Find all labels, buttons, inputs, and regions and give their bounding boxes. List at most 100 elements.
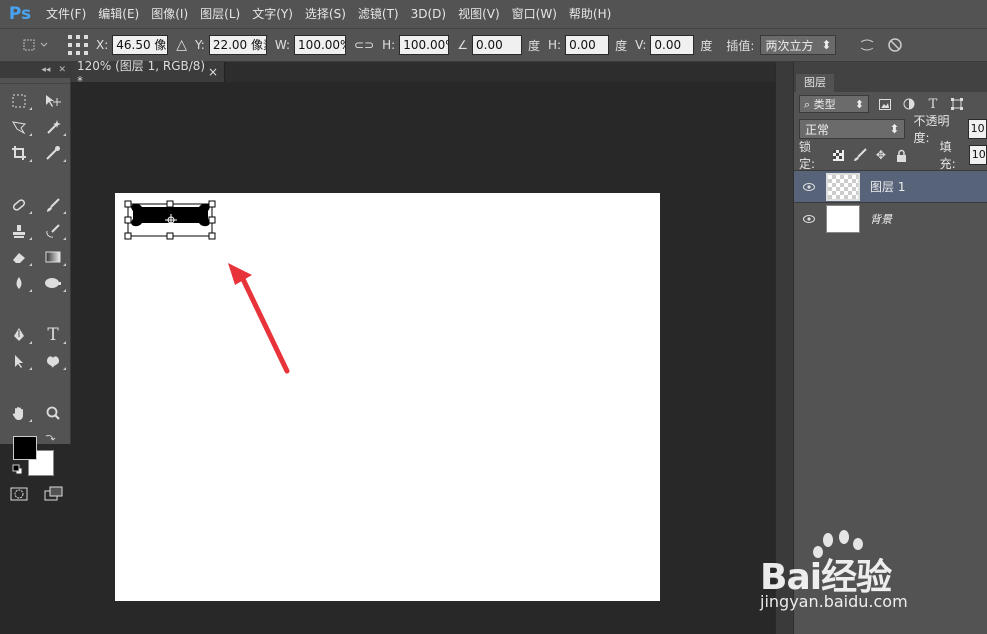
- transform-handle-s[interactable]: [166, 232, 174, 240]
- move-tool-icon[interactable]: [36, 88, 70, 114]
- angle-field[interactable]: 0.00: [472, 35, 522, 55]
- height-field[interactable]: 100.00%: [399, 35, 450, 55]
- width-field[interactable]: 100.00%: [294, 35, 347, 55]
- document-tab[interactable]: 120% (图层 1, RGB/8) * ×: [71, 59, 225, 88]
- lasso-tool-icon[interactable]: [2, 114, 36, 140]
- spinner-icon: ⬍: [821, 38, 832, 52]
- clone-stamp-tool-icon[interactable]: [2, 218, 36, 244]
- fill-field[interactable]: 10: [968, 145, 987, 165]
- relative-position-icon[interactable]: △: [176, 37, 187, 53]
- menu-filter[interactable]: 滤镜(T): [352, 0, 405, 28]
- gradient-tool-icon[interactable]: [36, 244, 70, 270]
- menu-help[interactable]: 帮助(H): [563, 0, 617, 28]
- type-filter-icon[interactable]: T: [925, 96, 941, 112]
- image-filter-icon[interactable]: [877, 96, 893, 112]
- search-icon: ⌕: [804, 98, 811, 111]
- baidu-jingyan-watermark: Bai经验 jingyan.baidu.com: [760, 528, 980, 618]
- transform-handle-se[interactable]: [208, 232, 216, 240]
- menu-view[interactable]: 视图(V): [452, 0, 506, 28]
- eraser-tool-icon[interactable]: [2, 244, 36, 270]
- transform-handle-w[interactable]: [124, 216, 132, 224]
- hskew-unit: 度: [615, 38, 628, 53]
- transform-handle-nw[interactable]: [124, 200, 132, 208]
- layer-name[interactable]: 背景: [870, 211, 892, 227]
- quick-mask-icon[interactable]: [10, 486, 28, 502]
- transform-handle-e[interactable]: [208, 216, 216, 224]
- lock-position-icon[interactable]: ✥: [875, 148, 888, 162]
- menu-3d[interactable]: 3D(D): [405, 0, 452, 28]
- move-tool-icon: [23, 39, 48, 51]
- tool-preset-picker[interactable]: [12, 33, 60, 57]
- h-label: H:: [382, 38, 396, 52]
- history-brush-tool-icon[interactable]: [36, 218, 70, 244]
- swap-colors-icon[interactable]: [44, 432, 56, 444]
- lock-label: 锁定:: [799, 140, 816, 171]
- interpolation-select[interactable]: 两次立方 ⬍: [760, 35, 837, 55]
- brush-tool-icon[interactable]: [36, 192, 70, 218]
- vskew-label: V:: [635, 38, 647, 52]
- spinner-icon: ⬍: [889, 122, 900, 136]
- crop-tool-icon[interactable]: [2, 140, 36, 166]
- transform-handle-n[interactable]: [166, 200, 174, 208]
- menu-layer[interactable]: 图层(L): [194, 0, 246, 28]
- lock-all-icon[interactable]: [895, 148, 908, 162]
- transform-handle-ne[interactable]: [208, 200, 216, 208]
- hskew-field[interactable]: 0.00: [565, 35, 610, 55]
- eyedropper-tool-icon[interactable]: [36, 140, 70, 166]
- menu-image[interactable]: 图像(I): [145, 0, 194, 28]
- foreground-color-swatch[interactable]: [13, 436, 37, 460]
- cancel-transform-icon[interactable]: [886, 36, 904, 54]
- shape-filter-icon[interactable]: [949, 96, 965, 112]
- healing-brush-tool-icon[interactable]: [2, 192, 36, 218]
- custom-shape-tool-icon[interactable]: [36, 348, 70, 374]
- angle-icon: ∠: [457, 38, 468, 52]
- opacity-field[interactable]: 10: [967, 119, 987, 139]
- zoom-tool-icon[interactable]: [36, 400, 70, 426]
- angle-unit: 度: [528, 38, 541, 53]
- collapse-icon[interactable]: ◂◂: [41, 65, 50, 75]
- document-canvas[interactable]: [115, 193, 660, 601]
- y-field[interactable]: 22.00 像素: [208, 35, 267, 55]
- interpolation-value: 两次立方: [765, 38, 814, 53]
- default-colors-icon[interactable]: [12, 464, 24, 476]
- marquee-tool-icon[interactable]: [2, 88, 36, 114]
- dodge-tool-icon[interactable]: [36, 270, 70, 296]
- hand-tool-icon[interactable]: [2, 400, 36, 426]
- screen-mode-icon[interactable]: [44, 486, 64, 502]
- type-tool-icon[interactable]: T: [36, 322, 70, 348]
- vskew-field[interactable]: 0.00: [650, 35, 695, 55]
- lock-brush-icon[interactable]: [853, 148, 867, 162]
- transform-handle-sw[interactable]: [124, 232, 132, 240]
- layer-filter-select[interactable]: ⌕ 类型 ⬍: [799, 95, 869, 113]
- visibility-eye-icon[interactable]: [794, 214, 824, 223]
- reference-point-grid[interactable]: [68, 35, 88, 55]
- menu-type[interactable]: 文字(Y): [246, 0, 299, 28]
- x-field[interactable]: 46.50 像素: [112, 35, 169, 55]
- pen-tool-icon[interactable]: [2, 322, 36, 348]
- x-label: X:: [96, 38, 109, 52]
- menu-select[interactable]: 选择(S): [299, 0, 352, 28]
- path-selection-tool-icon[interactable]: [2, 348, 36, 374]
- menu-window[interactable]: 窗口(W): [506, 0, 563, 28]
- warp-mode-icon[interactable]: [858, 36, 876, 54]
- layer-name[interactable]: 图层 1: [870, 178, 905, 195]
- document-close-icon[interactable]: ×: [208, 65, 218, 79]
- magic-wand-tool-icon[interactable]: [36, 114, 70, 140]
- visibility-eye-icon[interactable]: [794, 182, 824, 191]
- work-area[interactable]: [71, 82, 775, 634]
- fill-label: 填充:: [939, 140, 956, 171]
- annotation-arrow: [228, 263, 290, 374]
- menu-file[interactable]: 文件(F): [40, 0, 92, 28]
- menu-edit[interactable]: 编辑(E): [92, 0, 145, 28]
- lock-transparent-icon[interactable]: [832, 148, 845, 162]
- adjustment-filter-icon[interactable]: [901, 96, 917, 112]
- document-tab-bar: 120% (图层 1, RGB/8) * ×: [71, 59, 775, 88]
- layer-row[interactable]: 图层 1: [794, 170, 987, 202]
- panel-close-icon[interactable]: ✕: [58, 65, 66, 75]
- tab-layers[interactable]: 图层: [796, 74, 834, 92]
- blend-mode-select[interactable]: 正常 ⬍: [799, 119, 906, 139]
- y-label: Y:: [195, 38, 205, 52]
- blur-tool-icon[interactable]: [2, 270, 36, 296]
- link-icon[interactable]: ⊂⊃: [354, 38, 374, 52]
- layer-row[interactable]: 背景: [794, 202, 987, 234]
